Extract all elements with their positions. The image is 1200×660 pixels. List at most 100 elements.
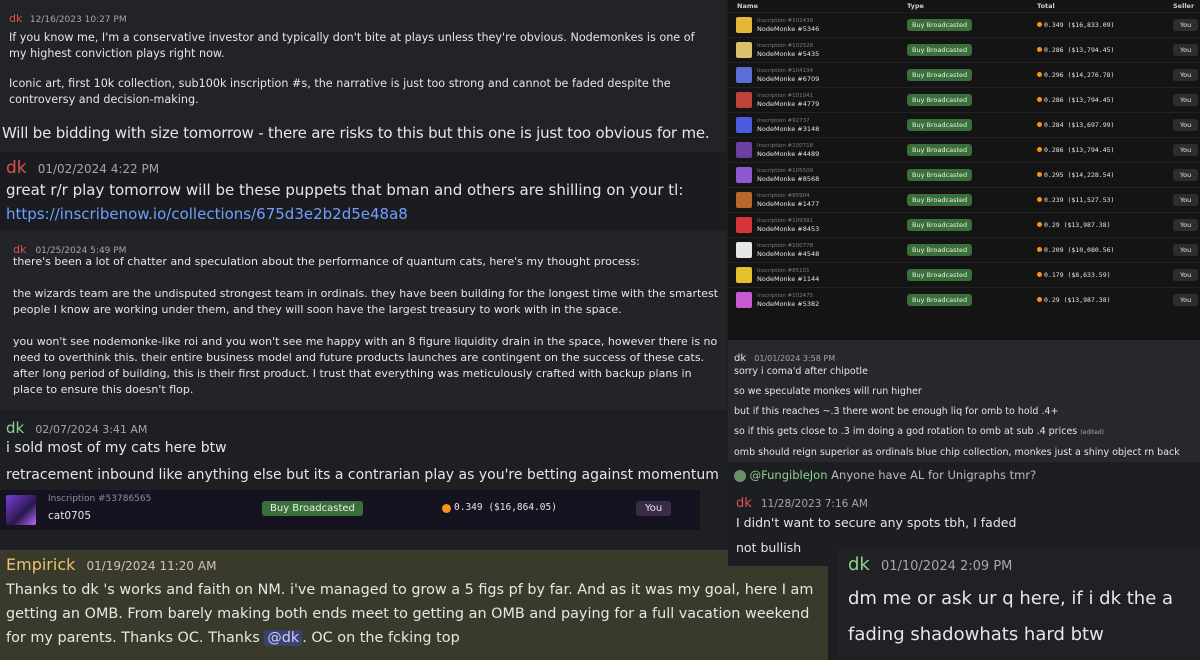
- table-row[interactable]: Inscription #102475 NodeMonke #5382 Buy Br…: [728, 287, 1200, 312]
- message-panel-3: dk 01/25/2024 5:49 PM there's been a lot…: [0, 230, 727, 410]
- type-badge: Buy Broadcasted: [907, 43, 973, 56]
- user-mention[interactable]: @dk: [264, 630, 303, 646]
- type-cell: Buy Broadcasted: [906, 112, 1036, 137]
- reply-author[interactable]: @FungibleJon: [750, 468, 828, 482]
- nft-name[interactable]: NodeMonke #1477: [757, 200, 819, 208]
- message-body: there's been a lot of chatter and specul…: [13, 254, 721, 398]
- seller-cell: You: [1172, 137, 1200, 162]
- timestamp: 01/02/2024 4:22 PM: [37, 162, 160, 176]
- seller-badge: You: [636, 501, 672, 516]
- table-row[interactable]: Inscription #102528 NodeMonke #5435 Buy Br…: [728, 37, 1200, 62]
- author-name[interactable]: Empirick: [6, 555, 75, 574]
- sales-table-panel: Name Type Total Seller Inscription #1024…: [728, 0, 1200, 340]
- inscription-number: Inscription #101041: [757, 92, 814, 99]
- nft-name[interactable]: cat0705: [48, 510, 91, 522]
- table-row[interactable]: Inscription #104194 NodeMonke #6709 Buy Br…: [728, 62, 1200, 87]
- nft-thumbnail: [736, 141, 752, 158]
- avatar: [734, 469, 746, 482]
- seller-badge: You: [1173, 218, 1199, 231]
- message-line: If you know me, I'm a conservative inves…: [9, 31, 695, 60]
- column-header[interactable]: Seller: [1172, 0, 1200, 12]
- name-cell: Inscription #85904 NodeMonke #1477: [728, 187, 906, 212]
- edited-marker: (edited): [1080, 429, 1104, 436]
- seller-cell: You: [1172, 62, 1200, 87]
- message-panel-4: dk 02/07/2024 3:41 AM i sold most of my …: [0, 410, 727, 550]
- message-line: sorry i coma'd after chipotle: [734, 366, 868, 377]
- nft-name[interactable]: NodeMonke #4548: [757, 250, 819, 258]
- nft-thumbnail: [736, 291, 752, 308]
- type-cell: Buy Broadcasted: [906, 262, 1036, 287]
- seller-badge: You: [1173, 43, 1199, 56]
- author-name[interactable]: dk: [6, 158, 27, 178]
- inscription-number: Inscription #53786565: [48, 494, 152, 504]
- message-body: If you know me, I'm a conservative inves…: [9, 30, 709, 108]
- nft-name[interactable]: NodeMonke #5435: [757, 50, 819, 58]
- author-name[interactable]: dk: [848, 554, 870, 575]
- nft-name[interactable]: NodeMonke #4489: [757, 150, 819, 158]
- nft-thumbnail: [736, 116, 752, 133]
- table-row[interactable]: Inscription #101041 NodeMonke #4779 Buy Br…: [728, 87, 1200, 112]
- message-line: omb should reign superior as ordinals bl…: [734, 447, 1180, 458]
- seller-badge: You: [1173, 193, 1199, 206]
- table-row[interactable]: Inscription #105509 NodeMonke #8568 Buy Br…: [728, 162, 1200, 187]
- type-cell: Buy Broadcasted: [906, 87, 1036, 112]
- nft-name[interactable]: NodeMonke #6709: [757, 75, 819, 83]
- timestamp: 01/10/2024 2:09 PM: [880, 559, 1013, 574]
- total-value: 0.296 ($14,276.78): [1044, 70, 1115, 79]
- nft-name[interactable]: NodeMonke #8568: [757, 175, 819, 183]
- message-line: fading shadowhats hard btw: [848, 624, 1104, 645]
- nft-name[interactable]: NodeMonke #5346: [757, 25, 819, 33]
- seller-badge: You: [1173, 93, 1199, 106]
- seller-cell: You: [1172, 12, 1200, 37]
- author-name[interactable]: dk: [6, 419, 24, 437]
- table-row[interactable]: Inscription #85101 NodeMonke #1144 Buy Bro…: [728, 262, 1200, 287]
- author-name[interactable]: dk: [736, 496, 752, 511]
- total-cell: 0.295 ($14,228.54): [1036, 162, 1172, 187]
- message-line: so if this gets close to .3 im doing a g…: [734, 426, 1078, 437]
- type-badge: Buy Broadcasted: [907, 268, 973, 281]
- total-value: 0.29 ($13,987.38): [1044, 295, 1111, 304]
- table-row[interactable]: Inscription #100718 NodeMonke #4489 Buy Br…: [728, 137, 1200, 162]
- seller-badge: You: [1173, 18, 1199, 31]
- name-cell: Inscription #109391 NodeMonke #8453: [728, 212, 906, 237]
- message-line: retracement inbound like anything else b…: [6, 467, 719, 483]
- table-row[interactable]: Inscription #92737 NodeMonke #3148 Buy Bro…: [728, 112, 1200, 137]
- btc-icon: [1037, 246, 1042, 252]
- message-line: but if this reaches ~.3 there wont be en…: [734, 406, 1059, 417]
- nft-name[interactable]: NodeMonke #4779: [757, 100, 819, 108]
- nft-name[interactable]: NodeMonke #5382: [757, 300, 819, 308]
- name-cell: Inscription #102528 NodeMonke #5435: [728, 37, 906, 62]
- author-name[interactable]: dk: [9, 12, 22, 25]
- table-row[interactable]: Inscription #100778 NodeMonke #4548 Buy Br…: [728, 237, 1200, 262]
- seller-cell: You: [1172, 212, 1200, 237]
- column-header[interactable]: Name: [728, 0, 906, 12]
- nft-name[interactable]: NodeMonke #8453: [757, 225, 819, 233]
- reply-preview[interactable]: @FungibleJon Anyone have AL for Unigraph…: [734, 468, 1036, 482]
- column-header[interactable]: Total: [1036, 0, 1172, 12]
- nft-thumbnail: [736, 166, 752, 183]
- seller-badge: You: [1173, 243, 1199, 256]
- table-row[interactable]: Inscription #85904 NodeMonke #1477 Buy Bro…: [728, 187, 1200, 212]
- collection-link[interactable]: https://inscribenow.io/collections/675d3…: [6, 205, 408, 223]
- table-row[interactable]: Inscription #102439 NodeMonke #5346 Buy Br…: [728, 12, 1200, 37]
- nft-name[interactable]: NodeMonke #1144: [757, 275, 819, 283]
- total-cell: 0.29 ($13,987.38): [1036, 212, 1172, 237]
- type-cell: Buy Broadcasted: [906, 12, 1036, 37]
- btc-icon: [1037, 46, 1042, 52]
- seller-cell: You: [1172, 287, 1200, 312]
- btc-icon: [1037, 171, 1042, 177]
- seller-badge: You: [1173, 118, 1199, 131]
- nft-name[interactable]: NodeMonke #3148: [757, 125, 819, 133]
- timestamp: 12/16/2023 10:27 PM: [29, 15, 127, 25]
- seller-badge: You: [1173, 168, 1199, 181]
- sales-table: Name Type Total Seller Inscription #1024…: [728, 0, 1200, 312]
- message-line-large: Will be bidding with size tomorrow - the…: [2, 124, 710, 142]
- total-value: 0.29 ($13,987.38): [1044, 220, 1111, 229]
- nft-thumbnail: [6, 495, 36, 525]
- table-row[interactable]: Inscription #109391 NodeMonke #8453 Buy Br…: [728, 212, 1200, 237]
- inscription-number: Inscription #100778: [757, 242, 814, 249]
- column-header[interactable]: Type: [906, 0, 1036, 12]
- type-badge: Buy Broadcasted: [907, 293, 973, 306]
- paragraph: the wizards team are the undisputed stro…: [13, 287, 719, 316]
- total-cell: 0.286 ($13,794.45): [1036, 87, 1172, 112]
